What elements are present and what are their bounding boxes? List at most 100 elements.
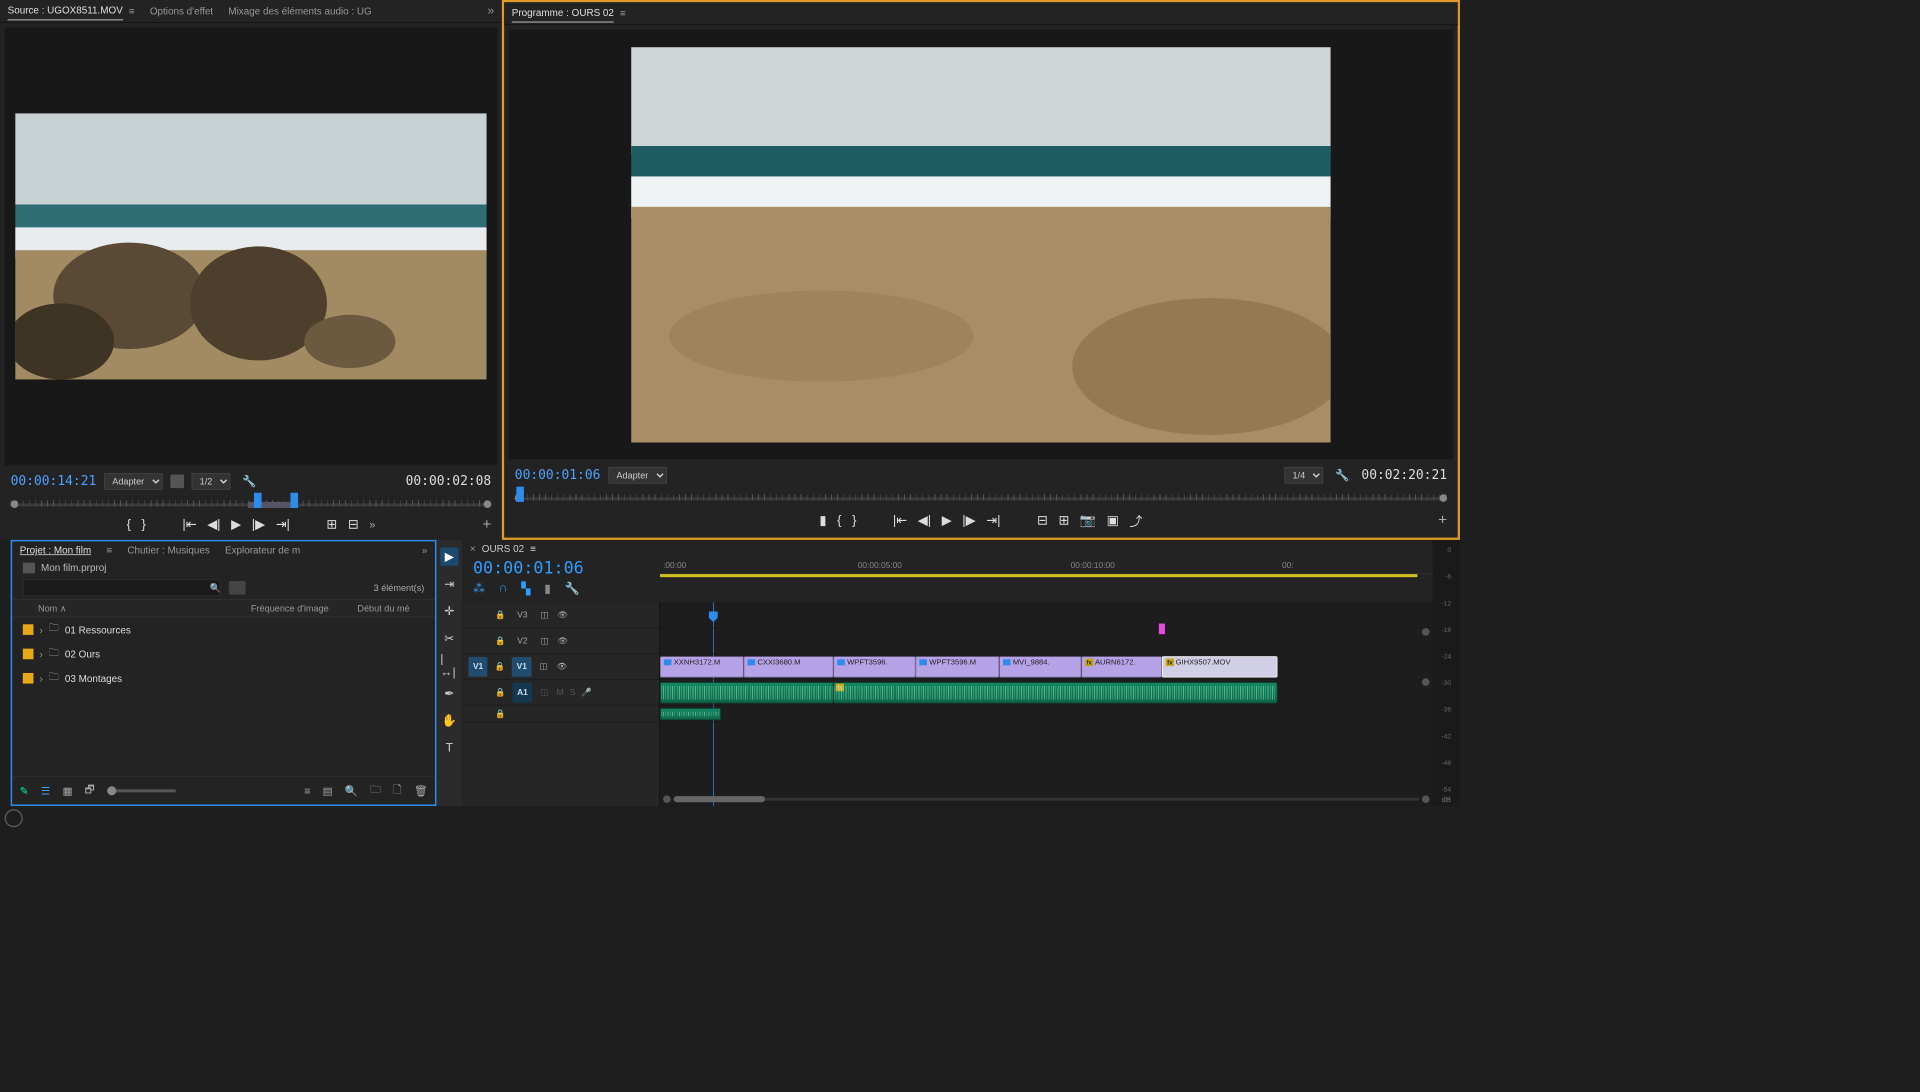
track-header-v3[interactable]: 🔒 V3 ◫ 👁: [462, 602, 659, 628]
new-item-icon[interactable]: 🗋: [393, 782, 402, 800]
snap-icon[interactable]: ⁂: [473, 581, 485, 596]
eye-icon[interactable]: 👁: [557, 610, 569, 620]
hamburger-icon[interactable]: ≡: [620, 8, 626, 19]
compare-icon[interactable]: ▣: [1107, 513, 1119, 528]
tab-bin[interactable]: Chutier : Musiques: [127, 544, 209, 555]
mark-out-icon[interactable]: }: [852, 513, 856, 528]
hamburger-icon[interactable]: ≡: [530, 543, 536, 554]
hamburger-icon[interactable]: ≡: [129, 5, 135, 16]
track-header-v1[interactable]: V1 🔒 V1 ◫ 👁: [462, 654, 659, 680]
step-fwd-icon[interactable]: |▶: [962, 513, 975, 528]
h-scrollbar[interactable]: [660, 794, 1433, 805]
mark-in-icon[interactable]: {: [837, 513, 841, 528]
slip-tool-icon[interactable]: |↔|: [440, 657, 458, 675]
track-v1[interactable]: XXNH3172.MCXXI3680.MWPFT3596.WPFT3596.MM…: [660, 654, 1433, 680]
add-button-icon[interactable]: +: [482, 516, 491, 533]
hamburger-icon[interactable]: ≡: [106, 544, 112, 555]
time-ruler[interactable]: :00:00 00:00:05:00 00:00:10:00 00:: [660, 557, 1433, 574]
snapshot-icon[interactable]: 📷: [1080, 513, 1096, 528]
project-list[interactable]: › 🗀 01 Ressources › 🗀 02 Ours › 🗀: [12, 617, 435, 776]
trash-icon[interactable]: 🗑: [414, 784, 428, 797]
automate-icon[interactable]: ▤: [323, 784, 333, 797]
lock-icon[interactable]: 🔒: [494, 636, 506, 646]
step-back-icon[interactable]: ◀|: [207, 517, 220, 532]
extract-icon[interactable]: ⊞: [1058, 513, 1069, 528]
transport-overflow-icon[interactable]: »: [369, 519, 375, 531]
lift-icon[interactable]: ⊟: [1037, 513, 1048, 528]
wrench-icon[interactable]: 🔧: [242, 474, 256, 488]
sync-lock-icon[interactable]: ◫: [538, 636, 550, 646]
creative-cloud-icon[interactable]: [5, 809, 23, 827]
eye-icon[interactable]: 👁: [556, 662, 568, 672]
list-view-icon[interactable]: ☰: [41, 784, 51, 797]
source-tc-in[interactable]: 00:00:14:21: [11, 474, 97, 489]
audio-clip[interactable]: [660, 682, 833, 703]
program-zoom-dropdown[interactable]: 1/4: [1284, 467, 1323, 484]
play-icon[interactable]: ▶: [231, 517, 241, 532]
audio-clip[interactable]: fx: [833, 682, 1277, 703]
play-icon[interactable]: ▶: [942, 513, 952, 528]
lock-icon[interactable]: 🔒: [494, 687, 506, 697]
tab-program[interactable]: Programme : OURS 02: [512, 4, 614, 23]
col-fps[interactable]: Fréquence d'image: [251, 603, 357, 614]
program-scrubber[interactable]: [515, 487, 1447, 507]
list-item[interactable]: › 🗀 02 Ours: [17, 642, 431, 666]
track-header-a2[interactable]: 🔒: [462, 706, 659, 723]
tab-project[interactable]: Projet : Mon film: [20, 544, 91, 555]
tabs-overflow-icon[interactable]: »: [422, 544, 428, 555]
settings-icon[interactable]: 🔧: [565, 581, 580, 596]
video-clip[interactable]: XXNH3172.M: [660, 656, 744, 677]
source-viewer[interactable]: [5, 27, 498, 465]
wrench-icon[interactable]: 🔧: [1335, 468, 1349, 482]
pen-icon[interactable]: ✎: [20, 784, 29, 797]
marker-icon[interactable]: ▮: [819, 513, 826, 528]
step-back-icon[interactable]: ◀|: [918, 513, 931, 528]
go-out-icon[interactable]: ⇥|: [276, 517, 290, 532]
new-bin-icon[interactable]: [229, 581, 246, 595]
linked-selection-icon[interactable]: ∩: [499, 582, 508, 596]
program-viewer[interactable]: [509, 30, 1453, 460]
track-a2[interactable]: [660, 706, 1433, 723]
v-zoom-handle[interactable]: [1422, 628, 1430, 636]
go-in-icon[interactable]: |⇤: [182, 517, 196, 532]
video-clip[interactable]: WPFT3596.: [833, 656, 915, 677]
video-clip[interactable]: fxAURN6172.: [1081, 656, 1162, 677]
source-fit-dropdown[interactable]: Adapter: [104, 473, 163, 490]
marker[interactable]: [1159, 624, 1165, 635]
insert-icon[interactable]: ⊞: [326, 517, 337, 532]
track-target-v1[interactable]: V1: [512, 657, 531, 677]
export-icon[interactable]: ⤴: [1130, 511, 1143, 530]
icon-view-icon[interactable]: ▦: [63, 784, 73, 797]
video-clip[interactable]: MVI_9884.: [999, 656, 1081, 677]
track-v2[interactable]: [660, 628, 1433, 654]
track-v3[interactable]: [660, 602, 1433, 628]
program-fit-dropdown[interactable]: Adapter: [608, 467, 667, 484]
voice-icon[interactable]: 🎤: [581, 687, 591, 697]
source-zoom-dropdown[interactable]: 1/2: [191, 473, 230, 490]
sort-icon[interactable]: ≡: [304, 785, 310, 797]
hand-tool-icon[interactable]: ✋: [440, 712, 458, 730]
marker-add-icon[interactable]: ▮: [544, 581, 551, 596]
go-out-icon[interactable]: ⇥|: [986, 513, 1000, 528]
sync-lock-icon[interactable]: ◫: [538, 687, 550, 697]
eye-icon[interactable]: 👁: [557, 636, 569, 646]
find-icon[interactable]: 🔍: [345, 784, 358, 797]
tabs-overflow-icon[interactable]: »: [487, 4, 494, 18]
pen-tool-icon[interactable]: ✒: [440, 684, 458, 702]
type-tool-icon[interactable]: T: [440, 739, 458, 757]
track-header-v2[interactable]: 🔒 V2 ◫ 👁: [462, 628, 659, 654]
col-start[interactable]: Début du mé: [357, 603, 409, 614]
track-header-a1[interactable]: 🔒 A1 ◫ M S 🎤: [462, 680, 659, 706]
new-bin-icon[interactable]: 🗀: [370, 782, 381, 800]
tab-source[interactable]: Source : UGOX8511.MOV: [8, 2, 123, 21]
video-clip[interactable]: WPFT3596.M: [916, 656, 1000, 677]
tab-effect-options[interactable]: Options d'effet: [150, 2, 213, 19]
timeline-tracks[interactable]: XXNH3172.MCXXI3680.MWPFT3596.WPFT3596.MM…: [660, 602, 1433, 806]
source-patch-v1[interactable]: V1: [468, 657, 487, 677]
tab-media-browser[interactable]: Explorateur de m: [225, 544, 300, 555]
track-target-a1[interactable]: A1: [513, 682, 533, 702]
search-input[interactable]: [23, 579, 221, 596]
timeline-timecode[interactable]: 00:00:01:06: [462, 557, 660, 579]
zoom-slider[interactable]: [107, 789, 175, 792]
add-button-icon[interactable]: +: [1438, 512, 1447, 529]
